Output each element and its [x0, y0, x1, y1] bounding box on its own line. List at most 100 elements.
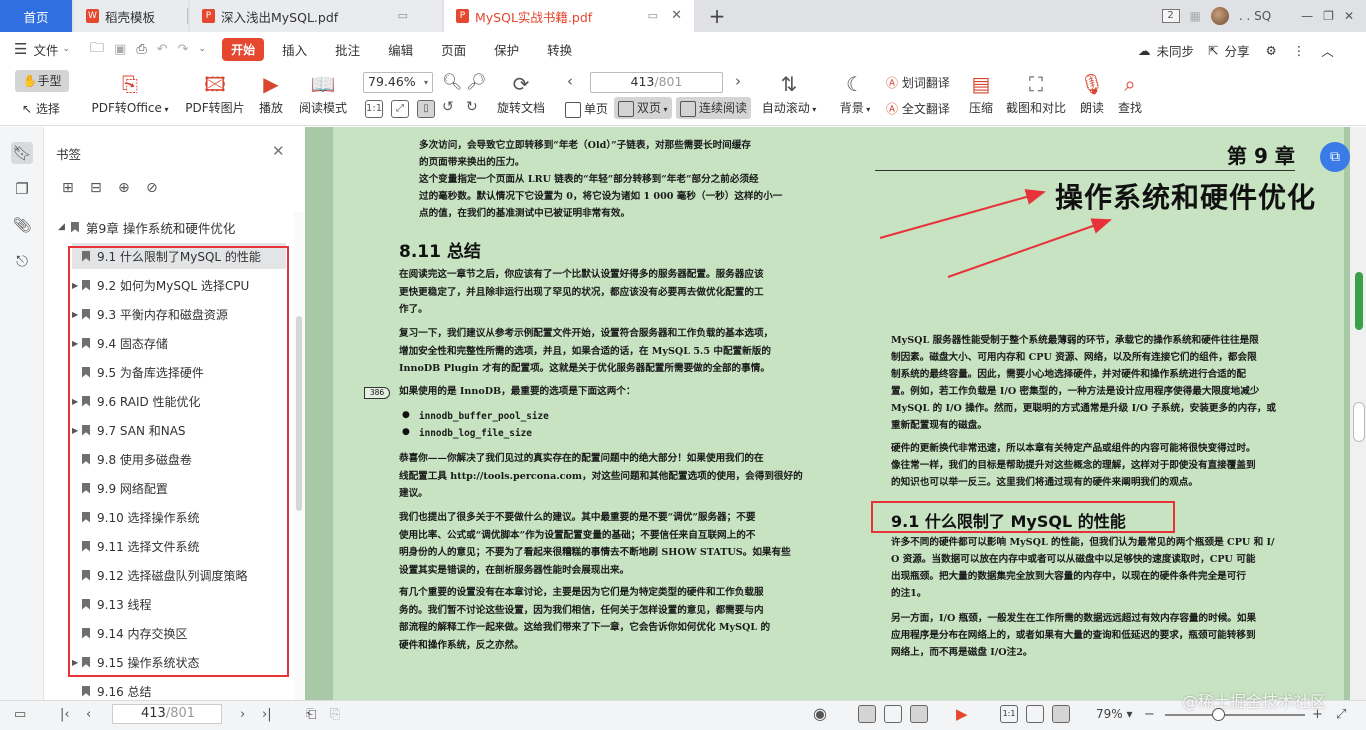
sidebar-scrollbar[interactable] — [296, 316, 302, 511]
read-aloud-button[interactable]: 🎙︎ 朗读 — [1079, 72, 1105, 116]
sync-status[interactable]: 未同步 — [1157, 41, 1195, 60]
zoom-out-status-icon[interactable]: − — [1144, 707, 1155, 722]
attachment-icon[interactable]: 📎︎ — [11, 214, 33, 236]
window-count-badge[interactable]: 2 — [1161, 9, 1180, 23]
collapse-all-icon[interactable]: ⊟ — [90, 180, 102, 196]
next-page-status-icon[interactable]: › — [240, 707, 245, 722]
minimize-icon[interactable]: — — [1301, 9, 1313, 23]
double-page-button[interactable]: 双页 ▾ — [614, 97, 672, 119]
document-scroll-marker[interactable] — [1355, 272, 1363, 330]
bookmark-chapter[interactable]: ◢ 第9章 操作系统和硬件优化 — [58, 215, 290, 239]
tab-pin-icon[interactable]: ▭ — [648, 9, 658, 22]
tab-pdf-active[interactable]: P MySQL实战书籍.pdf ▭ ✕ — [444, 0, 694, 32]
screenshot-compare-button[interactable]: ⛶ 截图和对比 — [1005, 72, 1067, 116]
single-page-button[interactable]: 单页 — [565, 100, 608, 118]
rotate-document-button[interactable]: ⟳ 旋转文档 — [495, 72, 547, 116]
status-page-input[interactable]: 413/801 — [112, 704, 222, 724]
hand-tool-button[interactable]: ✋手型 — [15, 70, 69, 92]
status-zoom[interactable]: 79% ▾ — [1096, 707, 1133, 721]
print-icon[interactable]: ⎙ — [136, 42, 146, 57]
pdf-to-office-button[interactable]: ⎘ PDF转Office ▾ — [90, 72, 170, 116]
next-page-icon[interactable]: › — [735, 72, 741, 90]
zoom-select[interactable]: 79.46% ▾ — [363, 72, 433, 93]
continuous-read-button[interactable]: 连续阅读 — [676, 97, 752, 119]
fit-page-icon[interactable]: ⤢ — [391, 100, 409, 118]
first-page-icon[interactable]: |‹ — [60, 707, 70, 722]
continuous-view-icon[interactable] — [910, 705, 928, 723]
compress-button[interactable]: ▤ 压缩 — [968, 72, 994, 116]
thumbnail-icon[interactable]: ❐ — [11, 178, 33, 200]
sidebar-toggle-icon[interactable]: ▭ — [14, 707, 26, 722]
fit-page-status-icon[interactable] — [1026, 705, 1044, 723]
maximize-icon[interactable]: ❐ — [1323, 9, 1334, 23]
floating-tool-icon[interactable]: ⧉ — [1320, 142, 1350, 172]
grid-icon[interactable]: ▦ — [1190, 9, 1201, 23]
read-mode-button[interactable]: 📖 阅读模式 — [297, 72, 349, 116]
play-button[interactable]: ▶ 播放 — [256, 72, 286, 116]
single-view-icon[interactable] — [858, 705, 876, 723]
prev-page-status-icon[interactable]: ‹ — [86, 707, 91, 722]
user-name[interactable]: . . SQ — [1239, 9, 1271, 23]
save-icon[interactable]: ▣ — [114, 42, 126, 57]
background-button[interactable]: ☾ 背景 ▾ — [838, 72, 872, 116]
menu-comment[interactable]: 批注 — [325, 37, 370, 62]
share-button[interactable]: 分享 — [1225, 41, 1250, 60]
zoom-slider-track[interactable] — [1165, 714, 1305, 716]
tab-pdf-1[interactable]: P 深入浅出MySQL.pdf ▭ — [190, 0, 442, 32]
select-tool-button[interactable]: ↖ 选择 — [22, 100, 60, 117]
menu-page[interactable]: 页面 — [431, 37, 476, 62]
close-panel-icon[interactable]: ✕ — [272, 142, 285, 160]
open-folder-icon[interactable]: 🗀 — [90, 37, 104, 61]
play-slideshow-icon[interactable]: ▶ — [956, 705, 968, 723]
bookmark-panel-icon[interactable]: 🔖︎ — [11, 142, 33, 164]
tab-close-icon[interactable]: ✕ — [671, 8, 682, 23]
pdf-to-image-button[interactable]: 🖾 PDF转图片 — [184, 72, 246, 116]
menu-insert[interactable]: 插入 — [272, 37, 317, 62]
quick-access-chevron-icon[interactable]: ⌄ — [199, 44, 207, 54]
rotate-left-icon[interactable]: ↺ — [442, 99, 454, 115]
undo-icon[interactable]: ↶ — [157, 42, 168, 57]
actual-size-icon[interactable]: 1:1 — [365, 100, 383, 118]
settings-gear-icon[interactable]: ⚙ — [1266, 43, 1277, 58]
stamp-icon[interactable]: ⎋ — [11, 250, 33, 272]
menu-convert[interactable]: 转换 — [537, 37, 582, 62]
expand-all-icon[interactable]: ⊞ — [62, 180, 74, 196]
document-scrollbar-thumb[interactable] — [1353, 402, 1365, 442]
avatar[interactable] — [1210, 7, 1229, 25]
fit-width-icon[interactable]: ▯ — [417, 100, 435, 118]
fullscreen-icon[interactable]: ⤢ — [1336, 707, 1346, 722]
close-window-icon[interactable]: ✕ — [1344, 9, 1354, 23]
redo-icon[interactable]: ↷ — [178, 42, 189, 57]
full-translate-button[interactable]: Ⓐ 全文翻译 — [886, 100, 950, 117]
double-view-icon[interactable] — [884, 705, 902, 723]
eye-care-icon[interactable]: ◉ — [813, 704, 827, 723]
prev-page-icon[interactable]: ‹ — [567, 72, 573, 90]
page-number-input[interactable]: 413/801 — [590, 72, 723, 93]
more-icon[interactable]: ⋮ — [1293, 43, 1306, 58]
last-page-icon[interactable]: ›| — [262, 707, 272, 722]
new-tab-icon[interactable]: + — [706, 4, 728, 28]
tab-template[interactable]: W 稻壳模板 — [74, 0, 188, 32]
auto-scroll-button[interactable]: ⇅ 自动滚动 ▾ — [760, 72, 818, 116]
fit-width-status-icon[interactable] — [1052, 705, 1070, 723]
delete-bookmark-icon[interactable]: ⊘ — [146, 180, 158, 196]
menu-file[interactable]: 文件 — [33, 40, 58, 59]
hamburger-icon[interactable]: ☰ — [14, 40, 27, 58]
collapse-ribbon-icon[interactable]: ︿ — [1321, 41, 1334, 60]
menu-start[interactable]: 开始 — [222, 37, 265, 61]
zoom-in-icon[interactable]: 🔎︎ — [466, 72, 486, 91]
menu-protect[interactable]: 保护 — [484, 37, 529, 62]
zoom-out-icon[interactable]: 🔍︎ — [442, 72, 462, 91]
next-view-icon[interactable]: ⎘ — [330, 707, 340, 722]
find-button[interactable]: ⌕ 查找 — [1117, 72, 1143, 116]
word-translate-button[interactable]: Ⓐ 划词翻译 — [886, 74, 950, 91]
menu-edit[interactable]: 编辑 — [378, 37, 423, 62]
add-bookmark-icon[interactable]: ⊕ — [118, 180, 130, 196]
rotate-right-icon[interactable]: ↻ — [466, 99, 478, 115]
chevron-down-icon[interactable]: ⌄ — [62, 44, 70, 54]
tab-pin-icon[interactable]: ▭ — [398, 9, 408, 22]
actual-size-status-icon[interactable]: 1:1 — [1000, 705, 1018, 723]
tab-home[interactable]: 首页 — [0, 0, 72, 32]
collapse-triangle-icon[interactable]: ◢ — [58, 222, 65, 232]
prev-view-icon[interactable]: ⎗ — [306, 707, 316, 722]
